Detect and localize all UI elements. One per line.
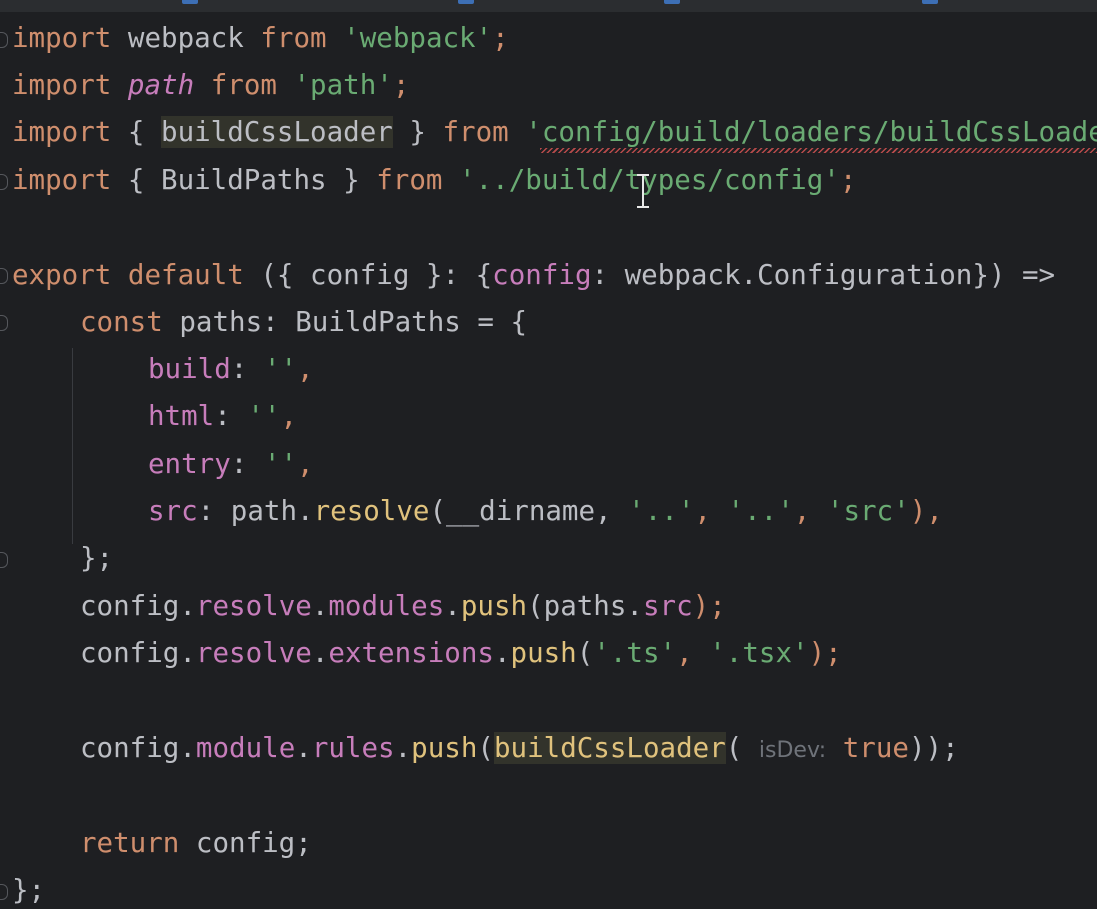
code-line[interactable]: }; (80, 536, 113, 580)
code-line[interactable]: export default ({ config }: {config: web… (12, 253, 1055, 297)
text-cursor-icon (636, 172, 650, 212)
tab-indicator[interactable] (458, 0, 474, 4)
error-underline (540, 148, 1097, 153)
code-line[interactable]: import webpack from 'webpack'; (12, 16, 509, 60)
code-line[interactable]: config.resolve.modules.push(paths.src); (80, 584, 726, 628)
editor-tab-strip (0, 0, 1097, 12)
code-line[interactable]: src: path.resolve(__dirname, '..', '..',… (148, 489, 943, 533)
fold-marker-icon[interactable] (0, 32, 8, 48)
code-line[interactable]: return config; (80, 821, 312, 865)
code-editor[interactable]: import webpack from 'webpack'; import pa… (0, 12, 1097, 909)
code-line[interactable]: entry: '', (148, 442, 314, 486)
code-line[interactable]: const paths: BuildPaths = { (80, 300, 527, 344)
code-line[interactable]: import { BuildPaths } from '../build/typ… (12, 158, 856, 202)
fold-marker-icon[interactable] (0, 884, 8, 900)
tab-indicator[interactable] (922, 0, 938, 4)
fold-marker-icon[interactable] (0, 268, 8, 284)
code-line[interactable]: html: '', (148, 394, 297, 438)
parameter-hint: isDev: (758, 738, 827, 763)
fold-marker-icon[interactable] (0, 315, 8, 331)
fold-marker-icon[interactable] (0, 552, 8, 568)
tab-indicator[interactable] (182, 0, 198, 4)
code-line[interactable]: }; (12, 868, 45, 909)
indent-guide (72, 348, 73, 544)
code-line[interactable]: config.module.rules.push(buildCssLoader(… (80, 726, 959, 770)
code-line[interactable]: build: '', (148, 347, 314, 391)
code-line[interactable]: config.resolve.extensions.push('.ts', '.… (80, 631, 842, 675)
tab-indicator[interactable] (664, 0, 680, 4)
fold-marker-icon[interactable] (0, 174, 8, 190)
code-line[interactable]: import path from 'path'; (12, 63, 409, 107)
